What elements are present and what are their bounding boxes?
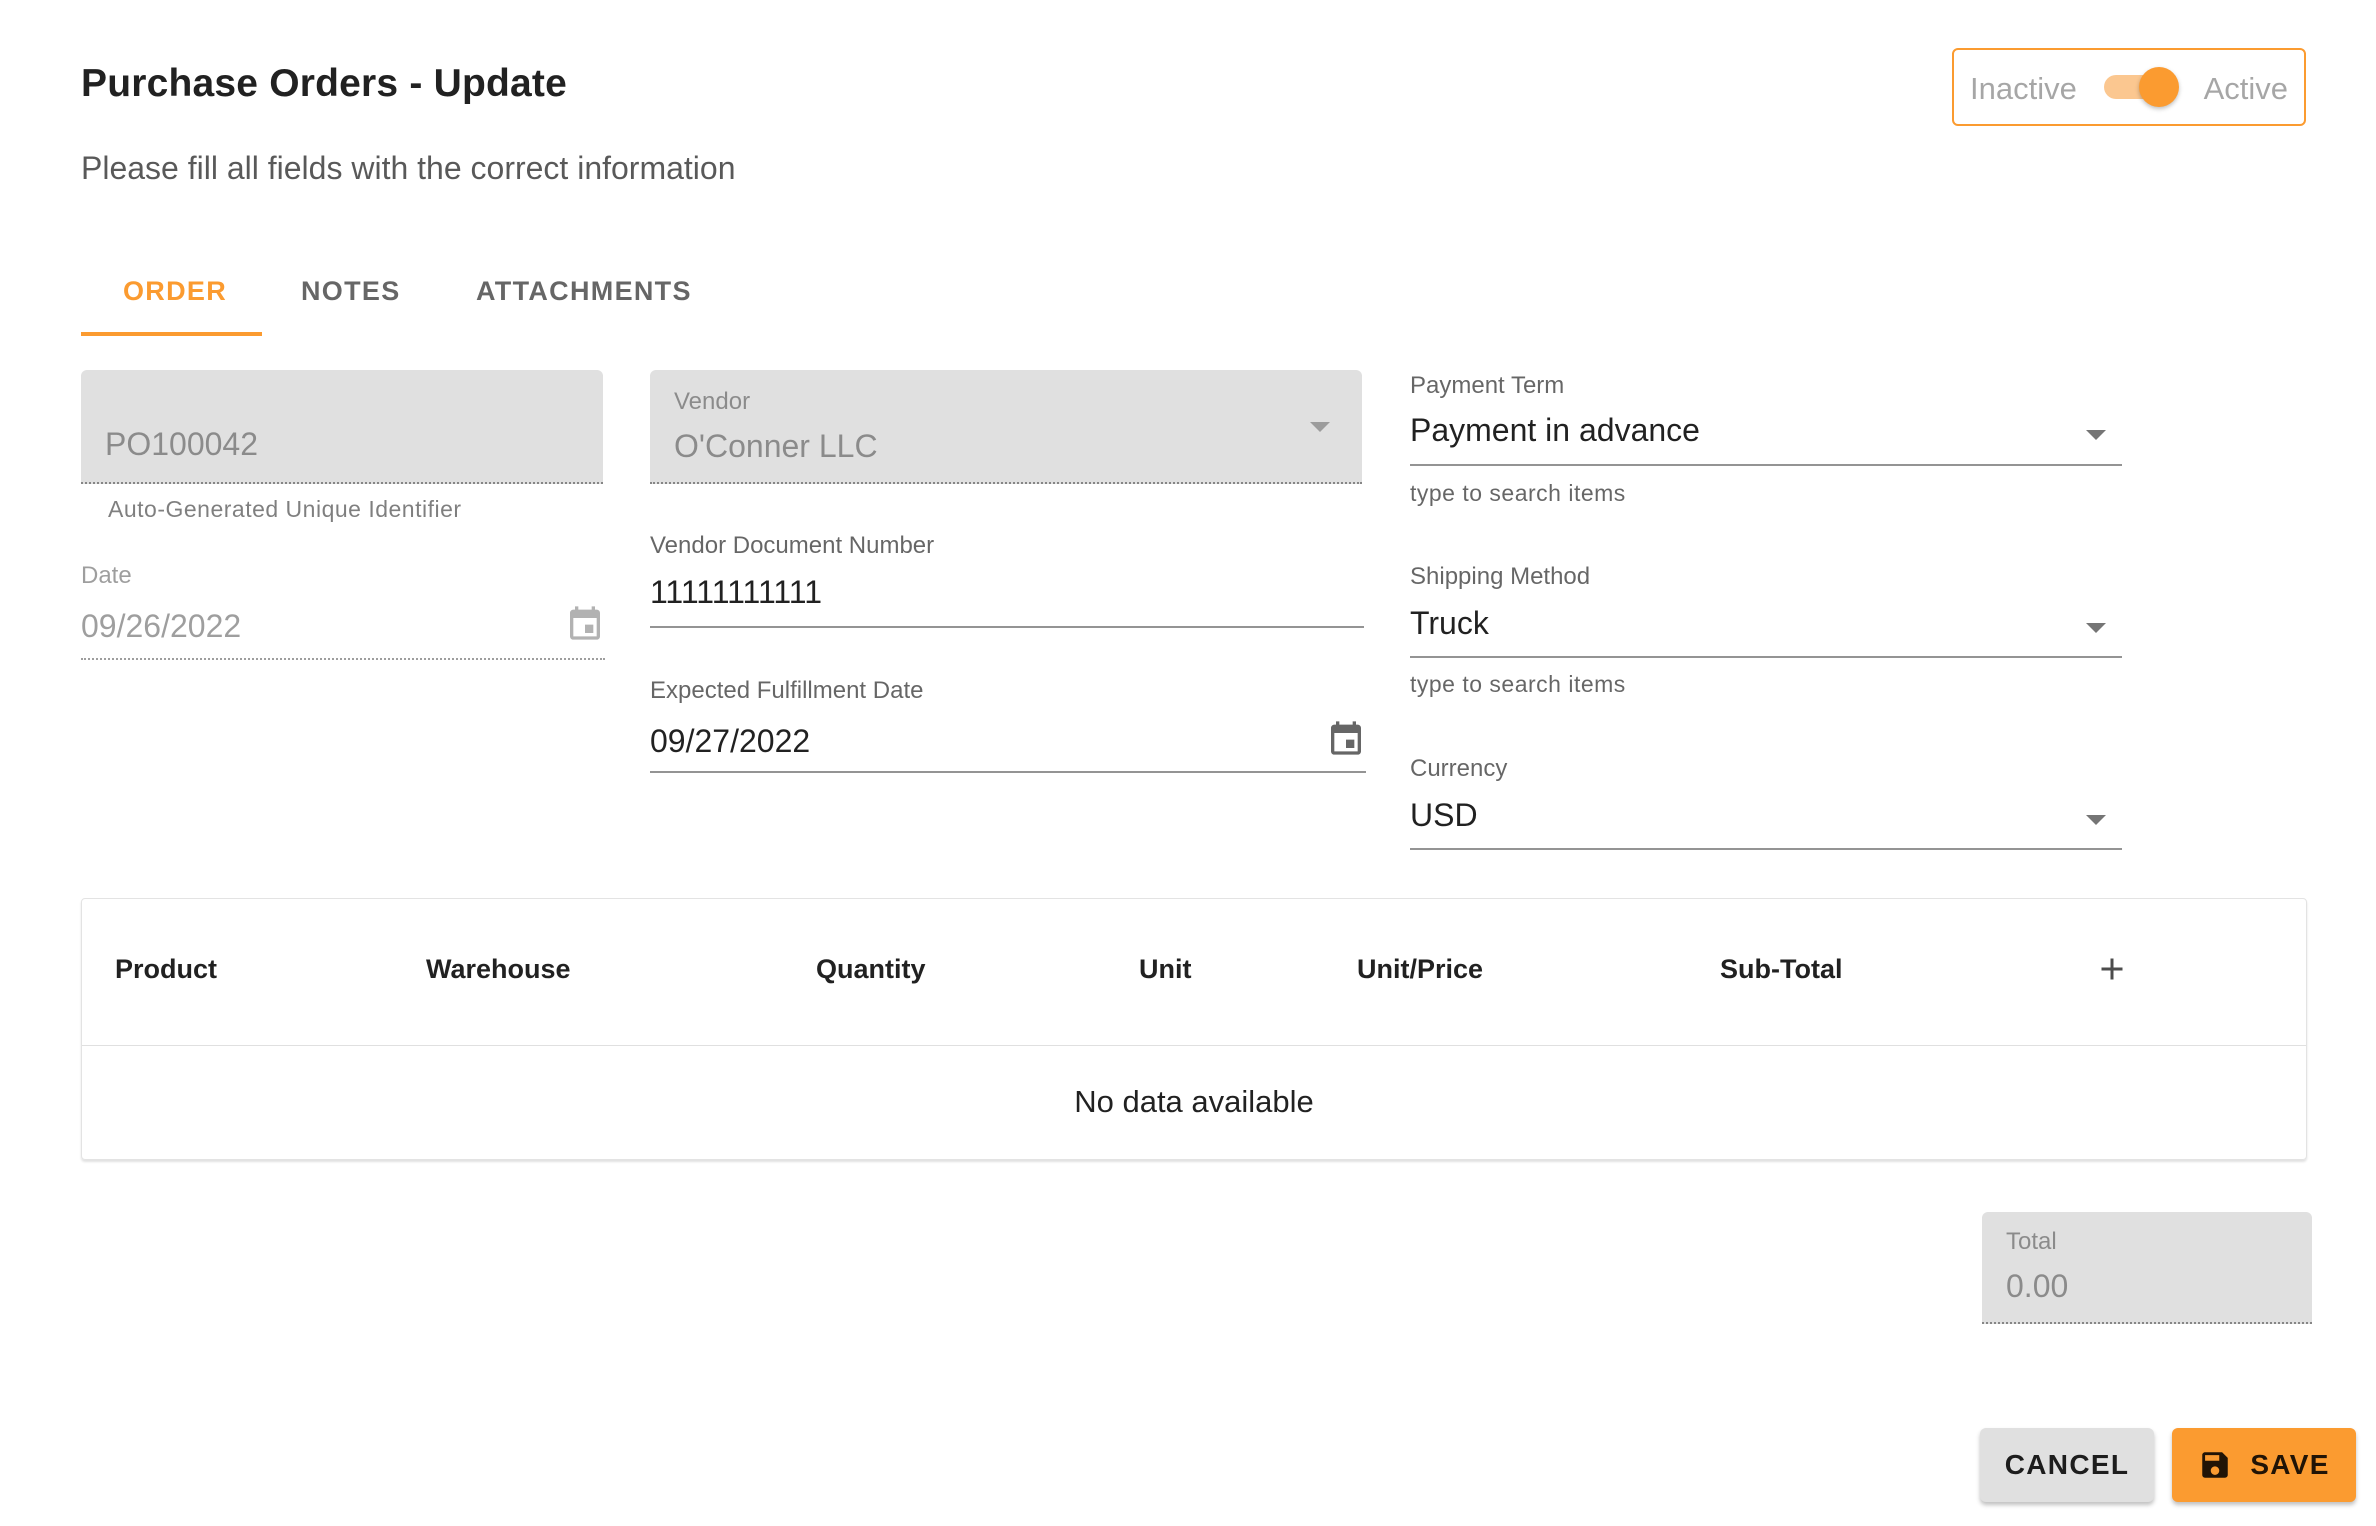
vendor-document-number-input[interactable]: 11111111111 — [650, 574, 822, 611]
expected-fulfillment-date-field[interactable]: Expected Fulfillment Date 09/27/2022 — [650, 677, 1370, 777]
shipping-method-hint: type to search items — [1410, 671, 1626, 697]
currency-underline — [1410, 848, 2122, 850]
date-value: 09/26/2022 — [81, 608, 242, 644]
calendar-icon[interactable] — [1326, 717, 1366, 764]
vendor-document-number-underline — [650, 626, 1364, 628]
currency-value[interactable]: USD — [1410, 797, 1478, 834]
column-header-sub-total[interactable]: Sub-Total — [1720, 954, 1842, 985]
save-button-label: SAVE — [2250, 1449, 2330, 1480]
currency-select[interactable]: Currency USD — [1410, 755, 2124, 855]
date-field: Date 09/26/2022 — [81, 562, 607, 662]
shipping-method-label: Shipping Method — [1410, 563, 1591, 590]
dropdown-caret-icon — [1310, 422, 1330, 432]
total-value: 0.00 — [2006, 1268, 2069, 1304]
shipping-method-select[interactable]: Shipping Method Truck — [1410, 563, 2124, 663]
cancel-button[interactable]: CANCEL — [1980, 1428, 2154, 1502]
expected-fulfillment-date-input[interactable]: 09/27/2022 — [650, 723, 810, 760]
vendor-document-number-field[interactable]: Vendor Document Number 11111111111 — [650, 532, 1366, 632]
shipping-method-value[interactable]: Truck — [1410, 605, 1489, 642]
line-items-table: Product Warehouse Quantity Unit Unit/Pri… — [81, 898, 2307, 1160]
po-number-value: PO100042 — [105, 426, 259, 462]
date-underline — [81, 658, 605, 660]
vendor-document-number-label: Vendor Document Number — [650, 532, 935, 559]
vendor-select: Vendor O'Conner LLC — [650, 370, 1362, 484]
status-toggle[interactable]: Inactive Active — [1952, 48, 2306, 126]
toggle-active-label: Active — [2203, 71, 2288, 106]
toggle-inactive-label: Inactive — [1970, 71, 2077, 106]
cancel-button-label: CANCEL — [2004, 1449, 2130, 1480]
payment-term-select[interactable]: Payment Term Payment in advance — [1410, 372, 2124, 472]
save-button[interactable]: SAVE — [2172, 1428, 2356, 1502]
page-subtitle: Please fill all fields with the correct … — [81, 150, 736, 186]
dropdown-caret-icon[interactable] — [2086, 815, 2106, 825]
vendor-value: O'Conner LLC — [674, 428, 878, 464]
tab-attachments[interactable]: ATTACHMENTS — [476, 276, 692, 307]
active-tab-indicator — [81, 332, 262, 336]
date-label: Date — [81, 562, 132, 589]
tab-notes[interactable]: NOTES — [301, 276, 401, 307]
column-header-product[interactable]: Product — [115, 954, 217, 985]
payment-term-underline — [1410, 464, 2122, 466]
table-header-divider — [82, 1045, 2306, 1046]
column-header-quantity[interactable]: Quantity — [816, 954, 926, 985]
expected-fulfillment-date-underline — [650, 771, 1366, 773]
column-header-unit[interactable]: Unit — [1139, 954, 1191, 985]
dropdown-caret-icon[interactable] — [2086, 623, 2106, 633]
add-icon[interactable] — [2094, 951, 2130, 992]
total-label: Total — [2006, 1228, 2057, 1255]
save-icon — [2198, 1448, 2232, 1482]
tab-order[interactable]: ORDER — [123, 276, 227, 307]
po-number-field: PO100042 — [81, 370, 603, 484]
page-title: Purchase Orders - Update — [81, 62, 567, 105]
column-header-warehouse[interactable]: Warehouse — [426, 954, 571, 985]
vendor-label: Vendor — [674, 388, 751, 415]
column-header-unit-price[interactable]: Unit/Price — [1357, 954, 1483, 985]
payment-term-value[interactable]: Payment in advance — [1410, 412, 1700, 449]
currency-label: Currency — [1410, 755, 1508, 782]
expected-fulfillment-date-label: Expected Fulfillment Date — [650, 677, 924, 704]
po-number-hint: Auto-Generated Unique Identifier — [108, 496, 462, 522]
payment-term-label: Payment Term — [1410, 372, 1565, 399]
toggle-thumb[interactable] — [2139, 67, 2179, 107]
shipping-method-underline — [1410, 656, 2122, 658]
empty-table-message: No data available — [1074, 1084, 1314, 1119]
total-field: Total 0.00 — [1982, 1212, 2312, 1324]
calendar-icon — [565, 602, 605, 649]
payment-term-hint: type to search items — [1410, 480, 1626, 506]
dropdown-caret-icon[interactable] — [2086, 430, 2106, 440]
